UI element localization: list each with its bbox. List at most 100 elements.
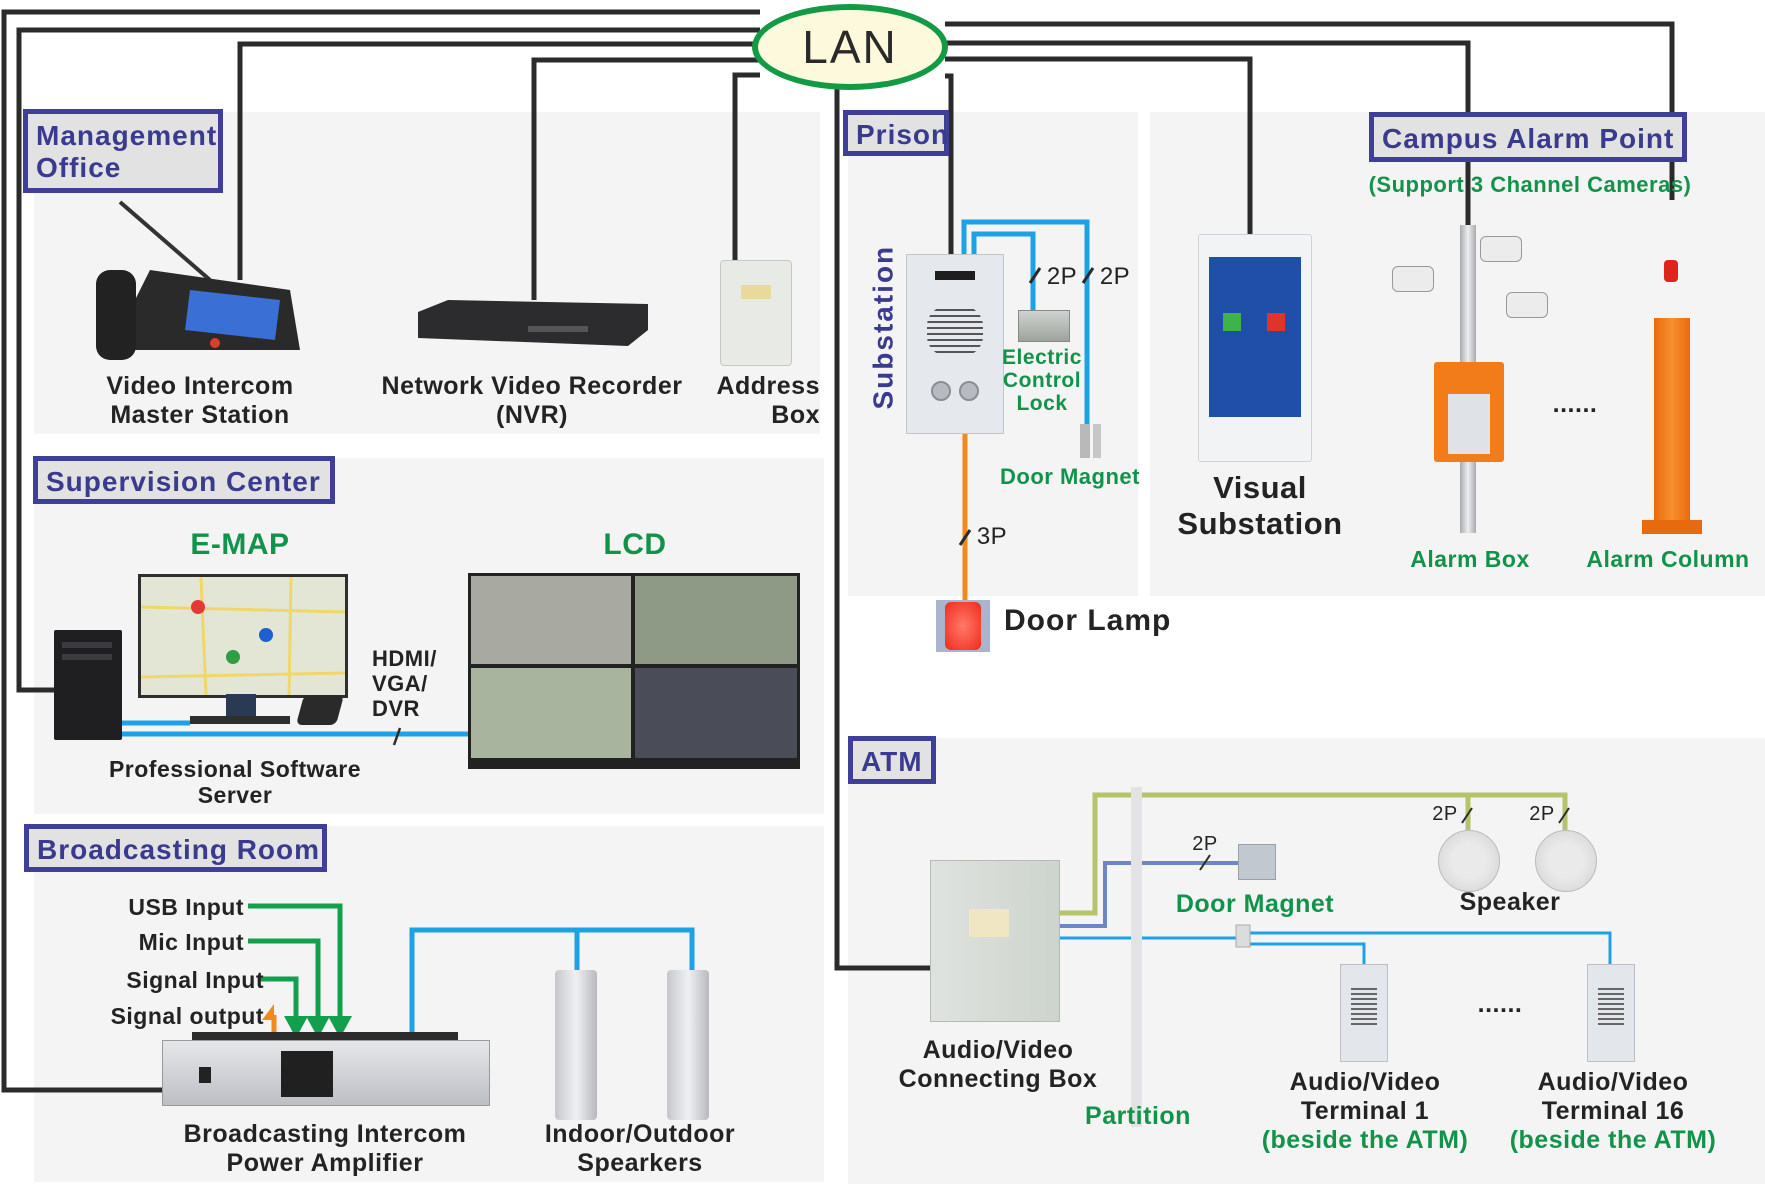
label-line-2: Substation	[1177, 506, 1343, 541]
av-terminal-16-device	[1587, 964, 1635, 1062]
alarm-box-label: Alarm Box	[1410, 546, 1530, 572]
visual-substation-screen	[1209, 257, 1301, 417]
label-line-1: Video Intercom	[106, 372, 294, 400]
label-line-1: HDMI/	[372, 646, 437, 671]
atm-speaker-wire-label-2: 2P	[1529, 803, 1555, 825]
emap-map-icon	[140, 576, 346, 696]
drive-bay	[62, 642, 112, 648]
atm-speaker-label: Speaker	[1459, 888, 1561, 916]
lcd-feed-3	[471, 668, 631, 758]
section-title-campus-alarm-point: Campus Alarm Point	[1369, 112, 1687, 162]
campus-ellipsis: ......	[1552, 390, 1598, 418]
label-line-2: Control	[1002, 369, 1082, 392]
substation-panel-device	[906, 254, 1004, 434]
wire-label-magnet: 2P	[1099, 263, 1131, 290]
address-box-image	[720, 260, 792, 366]
amplifier-top	[192, 1032, 458, 1040]
label-line-1: Audio/Video	[922, 1036, 1074, 1064]
wire-splitter	[1235, 924, 1251, 948]
power-amplifier	[162, 1040, 490, 1106]
atm-door-wire-label: 2P	[1192, 833, 1218, 855]
lan-hub: LAN	[752, 4, 948, 90]
alarm-box-device	[1434, 362, 1504, 462]
nvr-image	[418, 300, 648, 346]
av-terminal-16-label: Audio/Video Terminal 16 (beside the ATM)	[1488, 1068, 1738, 1155]
server-tower	[54, 630, 122, 740]
alarm-column-beacon	[1664, 260, 1678, 282]
camera-1	[1392, 266, 1434, 292]
label-line-2: Server	[197, 782, 273, 808]
label-line-2: Terminal 1	[1300, 1097, 1430, 1125]
av-terminal-1-device	[1340, 964, 1388, 1062]
label-line-3: Lock	[1016, 392, 1068, 415]
door-magnet-device-2	[1093, 424, 1101, 458]
label-line-2: Master Station	[110, 401, 290, 429]
emap-label: E-MAP	[190, 528, 290, 561]
label-line-1: Network Video Recorder	[381, 372, 683, 400]
master-station-icon	[96, 200, 300, 360]
alarm-column-label: Alarm Column	[1586, 546, 1750, 572]
label-line-2: (NVR)	[496, 401, 568, 429]
campus-alarm-subtitle: (Support 3 Channel Cameras)	[1368, 172, 1692, 197]
input-mic-label: Mic Input	[138, 929, 244, 955]
lan-hub-label: LAN	[802, 21, 898, 73]
answer-icon	[1223, 313, 1241, 331]
master-station-label: Video Intercom Master Station	[95, 372, 305, 430]
label-line-2: Spearkers	[577, 1149, 703, 1177]
label-line-1: Audio/Video	[1289, 1068, 1441, 1096]
address-box-label-sticker	[741, 285, 771, 299]
alarm-box-faceplate	[1448, 394, 1490, 454]
electric-lock-device	[1018, 310, 1070, 342]
label-line-1: Professional Software	[108, 756, 362, 782]
atm-door-magnet-label: Door Magnet	[1175, 890, 1335, 918]
section-title-management-office: Management Office	[23, 109, 223, 193]
amp-display	[281, 1051, 333, 1097]
label-line-2: Connecting Box	[898, 1065, 1098, 1093]
call-button-1	[931, 381, 951, 401]
av-connecting-box-label: Audio/Video Connecting Box	[878, 1036, 1118, 1094]
camera-2	[1480, 236, 1522, 262]
lcd-label: LCD	[603, 528, 667, 561]
map-pin-red	[191, 600, 205, 614]
address-box-label: Address Box	[700, 372, 820, 430]
wire-atm-terminal-1	[1240, 942, 1366, 965]
visual-substation-label: Visual Substation	[1160, 470, 1360, 542]
label-line-3: DVR	[372, 696, 420, 721]
desk-microphone	[295, 695, 345, 725]
door-lamp-device	[936, 600, 990, 652]
label-line-2: Terminal 16	[1541, 1097, 1685, 1125]
label-line-2: VGA/	[372, 671, 428, 696]
amp-power-switch	[199, 1067, 211, 1083]
speaker-grille	[927, 305, 983, 357]
partition-label: Partition	[1085, 1102, 1191, 1130]
wire-signal-input	[260, 976, 299, 1020]
column-speaker-1	[555, 970, 597, 1120]
wire-label-lamp: 3P	[976, 523, 1008, 550]
label-line-3: (beside the ATM)	[1261, 1126, 1469, 1154]
av-connecting-box-device	[930, 860, 1060, 1022]
prison-door-magnet-label: Door Magnet	[1000, 464, 1140, 489]
door-magnet-device	[1080, 424, 1090, 458]
hangup-icon	[1267, 313, 1285, 331]
lamp-light	[945, 602, 981, 650]
terminal-grille	[1598, 985, 1624, 1025]
partition-wall	[1131, 787, 1142, 1127]
door-lamp-label: Door Lamp	[1004, 604, 1172, 637]
call-button-2	[959, 381, 979, 401]
visual-substation-device	[1198, 234, 1312, 462]
lcd-feed-1	[471, 576, 631, 664]
av-terminal-1-label: Audio/Video Terminal 1 (beside the ATM)	[1240, 1068, 1490, 1155]
output-signal-label: Signal output	[110, 1003, 264, 1029]
ceiling-speaker-1	[1438, 830, 1500, 892]
section-title-atm: ATM	[848, 736, 936, 784]
nvr-label: Network Video Recorder (NVR)	[372, 372, 692, 430]
column-speaker-2	[667, 970, 709, 1120]
wire-atm-terminal-16	[1240, 931, 1612, 965]
atm-speaker-wire-label-1: 2P	[1432, 803, 1458, 825]
label-line-1: Audio/Video	[1537, 1068, 1689, 1096]
label-line-1: Visual	[1213, 470, 1307, 505]
camera-3	[1506, 292, 1548, 318]
monitor-base	[190, 716, 290, 724]
section-title-supervision-center: Supervision Center	[33, 456, 335, 504]
lan-wire-substation	[945, 73, 954, 263]
